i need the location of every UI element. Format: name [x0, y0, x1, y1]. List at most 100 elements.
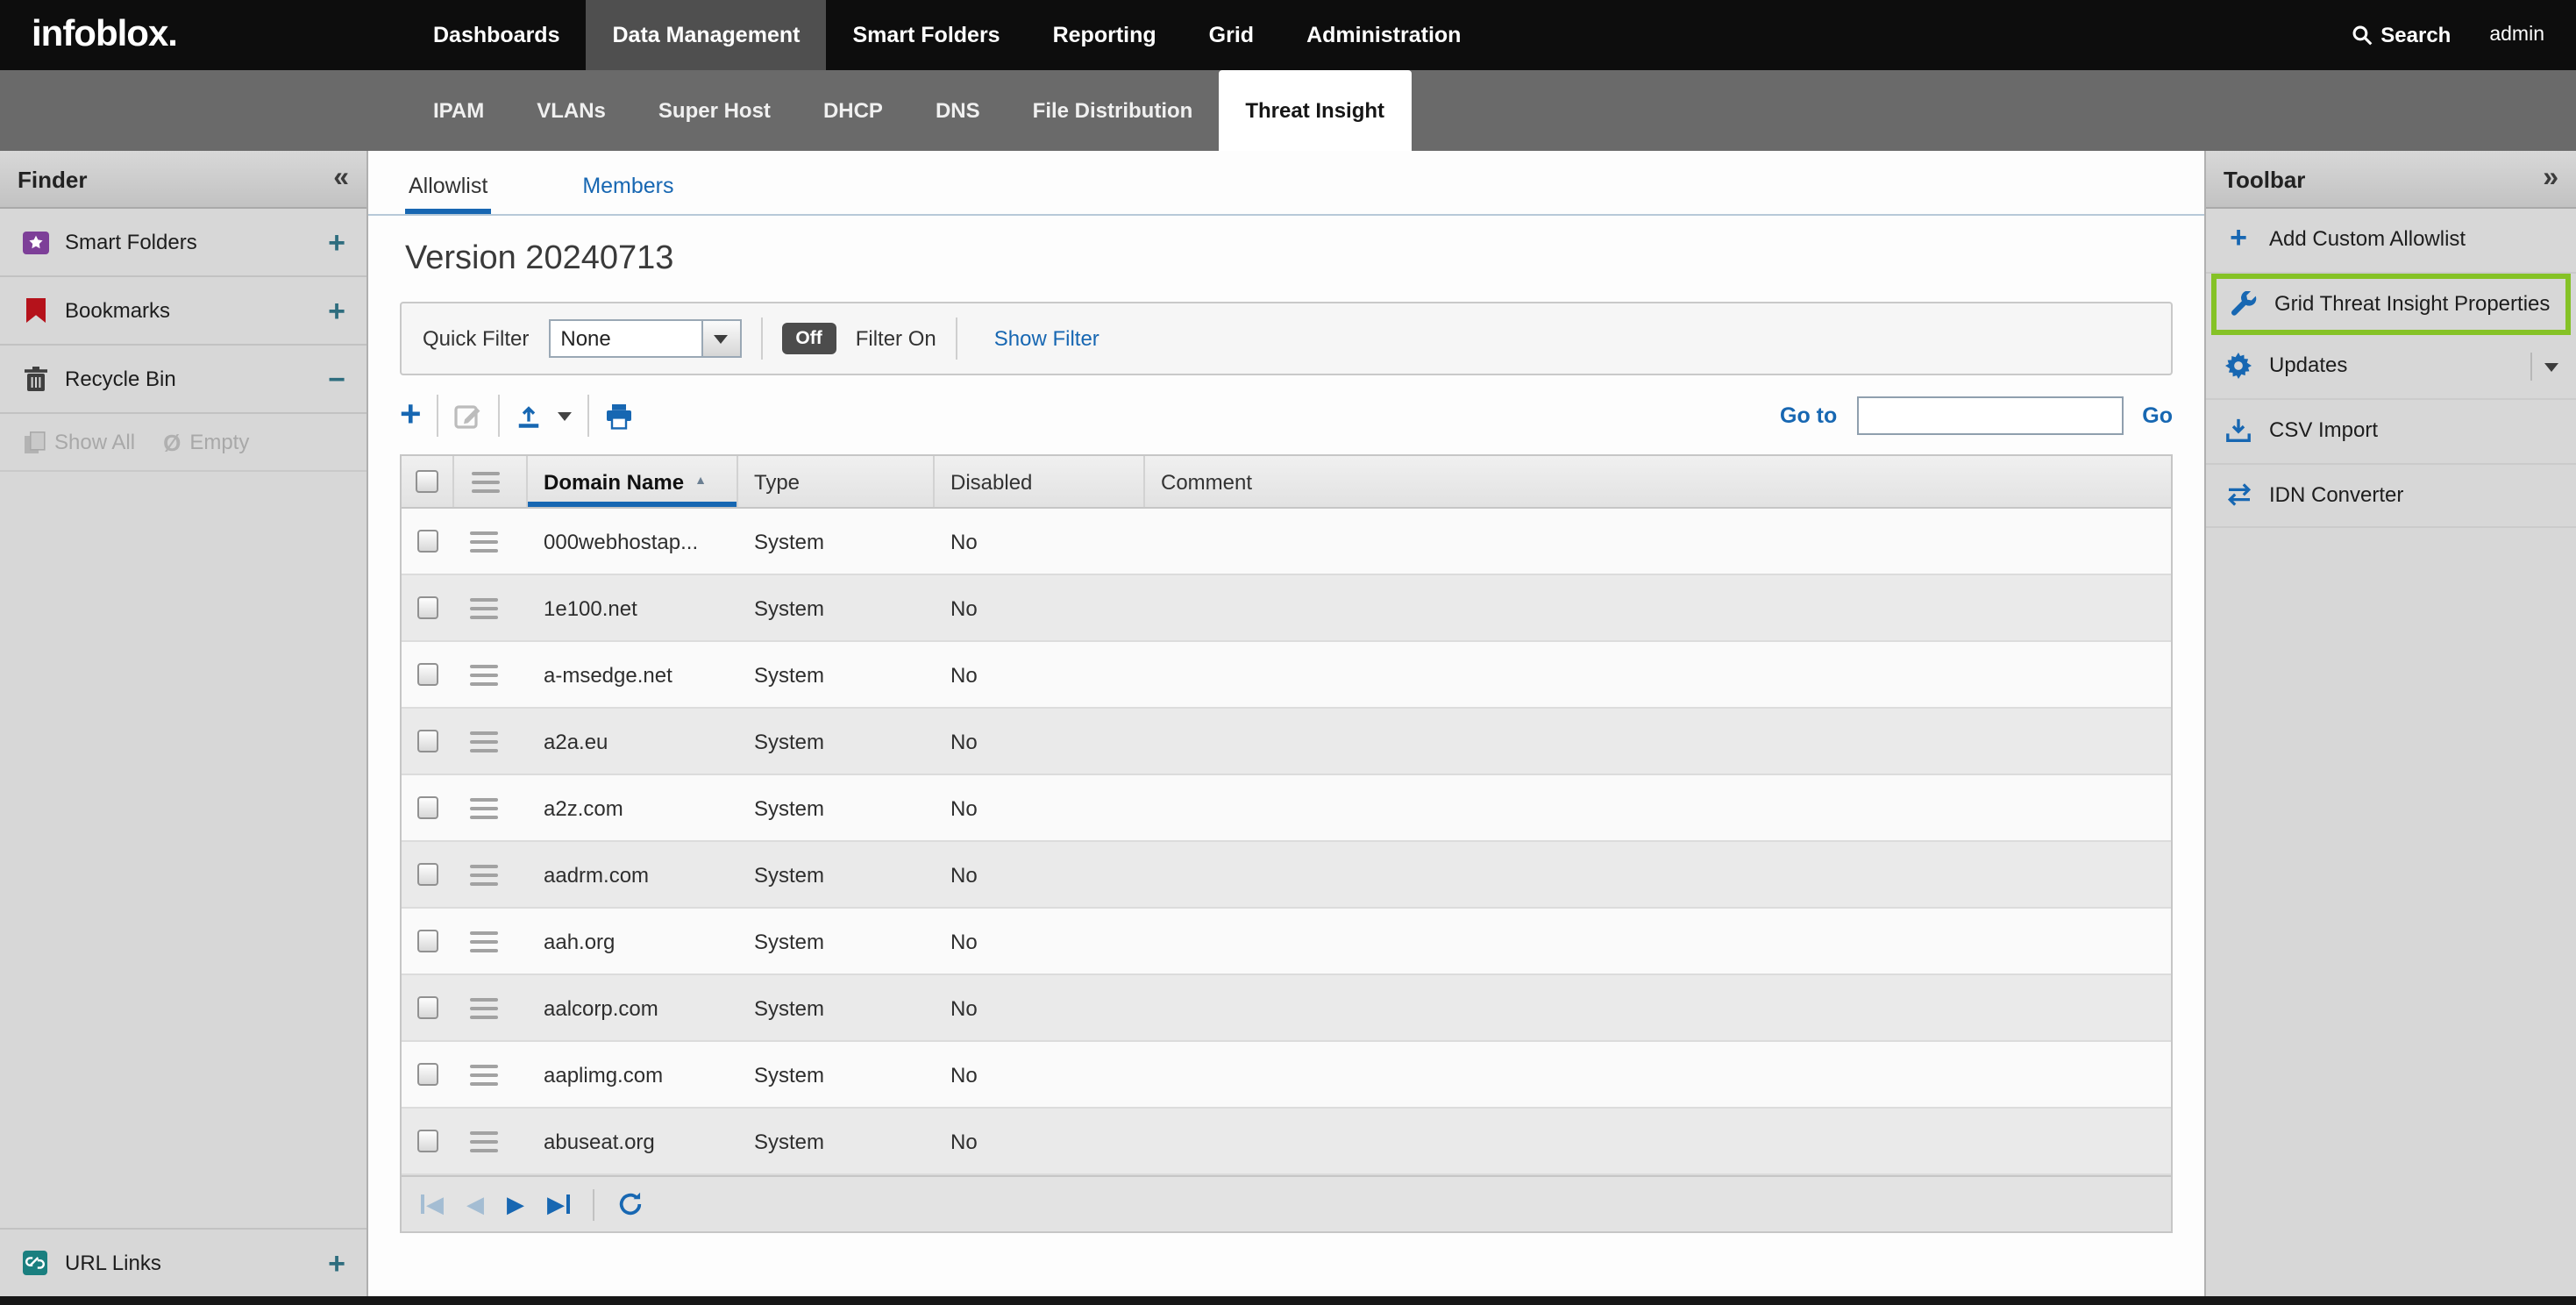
- add-smart-folder-button[interactable]: +: [328, 227, 345, 257]
- cell-domain: 000webhostap...: [528, 509, 738, 574]
- table-row[interactable]: aadrm.com System No: [402, 842, 2171, 909]
- quick-filter-dropdown[interactable]: None: [548, 319, 741, 358]
- toolbar-panel-header: Toolbar »: [2206, 151, 2576, 209]
- table-row[interactable]: 000webhostap... System No: [402, 509, 2171, 575]
- export-dropdown-icon[interactable]: [559, 411, 573, 420]
- add-bookmark-button[interactable]: +: [328, 296, 345, 325]
- row-checkbox[interactable]: [417, 1063, 438, 1086]
- table-row[interactable]: aalcorp.com System No: [402, 975, 2171, 1042]
- row-menu-icon[interactable]: [470, 1130, 498, 1152]
- collapse-recycle-bin-button[interactable]: −: [328, 364, 345, 394]
- url-links-icon: [21, 1251, 49, 1275]
- show-all-button[interactable]: Show All: [25, 430, 135, 454]
- table-row[interactable]: abuseat.org System No: [402, 1109, 2171, 1175]
- nav-grid[interactable]: Grid: [1183, 0, 1280, 70]
- expand-toolbar-icon[interactable]: »: [2543, 165, 2558, 193]
- nav-administration[interactable]: Administration: [1280, 0, 1487, 70]
- refresh-icon[interactable]: [617, 1191, 644, 1217]
- row-checkbox[interactable]: [417, 663, 438, 686]
- table-row[interactable]: aah.org System No: [402, 909, 2171, 975]
- row-checkbox[interactable]: [417, 730, 438, 752]
- toolbar-item-idn-converter[interactable]: IDN Converter: [2206, 465, 2576, 529]
- subnav-threat-insight[interactable]: Threat Insight: [1219, 70, 1411, 151]
- row-menu-icon[interactable]: [470, 731, 498, 752]
- finder-panel-header: Finder «: [0, 151, 366, 209]
- tab-allowlist[interactable]: Allowlist: [405, 156, 491, 214]
- subnav-dns[interactable]: DNS: [909, 70, 1007, 151]
- cell-disabled: No: [935, 509, 1145, 574]
- row-menu-icon[interactable]: [470, 664, 498, 685]
- search-button[interactable]: Search: [2351, 23, 2451, 47]
- toolbar-item-csv-import[interactable]: CSV Import: [2206, 400, 2576, 464]
- go-button[interactable]: Go: [2142, 403, 2173, 428]
- row-menu-icon[interactable]: [470, 597, 498, 618]
- row-checkbox[interactable]: [417, 796, 438, 819]
- finder-item-smart-folders[interactable]: Smart Folders +: [0, 209, 366, 277]
- filter-toggle-badge[interactable]: Off: [781, 323, 836, 354]
- toolbar-item-add-custom-allowlist[interactable]: + Add Custom Allowlist: [2206, 209, 2576, 273]
- show-filter-link[interactable]: Show Filter: [994, 326, 1099, 351]
- subnav-vlans[interactable]: VLANs: [510, 70, 632, 151]
- toolbar-item-label: CSV Import: [2269, 417, 2378, 445]
- print-icon[interactable]: [606, 403, 634, 429]
- header-menu-icon[interactable]: [472, 471, 500, 492]
- csv-import-icon: [2224, 417, 2253, 444]
- collapse-finder-icon[interactable]: «: [333, 165, 349, 193]
- row-menu-icon[interactable]: [470, 797, 498, 818]
- cell-domain: a2a.eu: [528, 709, 738, 774]
- finder-item-bookmarks[interactable]: Bookmarks +: [0, 277, 366, 346]
- column-header-type[interactable]: Type: [738, 456, 935, 507]
- goto-label: Go to: [1780, 403, 1837, 428]
- last-page-button[interactable]: ▶: [547, 1193, 570, 1216]
- goto-input[interactable]: [1856, 396, 2123, 435]
- subnav-dhcp[interactable]: DHCP: [797, 70, 909, 151]
- empty-recycle-bin-button[interactable]: Ø Empty: [163, 429, 249, 455]
- first-page-button[interactable]: ◀: [421, 1193, 444, 1216]
- nav-smart-folders[interactable]: Smart Folders: [826, 0, 1026, 70]
- next-page-button[interactable]: ▶: [507, 1193, 524, 1216]
- toolbar-item-grid-threat-insight-properties[interactable]: Grid Threat Insight Properties: [2211, 273, 2571, 335]
- finder-item-url-links[interactable]: URL Links +: [0, 1228, 366, 1296]
- recycle-bin-icon: [21, 367, 49, 391]
- nav-reporting[interactable]: Reporting: [1027, 0, 1183, 70]
- column-header-domain-name[interactable]: Domain Name ▲: [528, 456, 738, 507]
- row-menu-icon[interactable]: [470, 864, 498, 885]
- table-row[interactable]: a-msedge.net System No: [402, 642, 2171, 709]
- subnav-super-host[interactable]: Super Host: [632, 70, 797, 151]
- username[interactable]: admin: [2489, 25, 2544, 46]
- table-row[interactable]: a2a.eu System No: [402, 709, 2171, 775]
- previous-page-button[interactable]: ◀: [466, 1193, 484, 1216]
- edit-icon[interactable]: [455, 402, 483, 430]
- main-content: Allowlist Members Version 20240713 Quick…: [368, 151, 2204, 1296]
- table-row[interactable]: 1e100.net System No: [402, 575, 2171, 642]
- add-url-link-button[interactable]: +: [328, 1248, 345, 1278]
- row-menu-icon[interactable]: [470, 931, 498, 952]
- row-checkbox[interactable]: [417, 530, 438, 553]
- row-menu-icon[interactable]: [470, 1064, 498, 1085]
- tab-members[interactable]: Members: [579, 156, 677, 214]
- add-row-button[interactable]: +: [400, 399, 422, 432]
- toolbar-item-updates[interactable]: Updates: [2206, 335, 2576, 400]
- quick-filter-value[interactable]: None: [548, 319, 702, 358]
- row-checkbox[interactable]: [417, 596, 438, 619]
- select-all-checkbox[interactable]: [416, 470, 438, 493]
- row-checkbox[interactable]: [417, 863, 438, 886]
- row-checkbox[interactable]: [417, 1130, 438, 1152]
- row-checkbox[interactable]: [417, 996, 438, 1019]
- column-header-comment[interactable]: Comment: [1145, 456, 2171, 507]
- window-bottom-edge: [0, 1296, 2576, 1305]
- updates-dropdown-button[interactable]: [2530, 353, 2558, 381]
- table-row[interactable]: aaplimg.com System No: [402, 1042, 2171, 1109]
- table-row[interactable]: a2z.com System No: [402, 775, 2171, 842]
- row-menu-icon[interactable]: [470, 997, 498, 1018]
- export-icon[interactable]: [516, 403, 543, 429]
- column-header-disabled[interactable]: Disabled: [935, 456, 1145, 507]
- row-checkbox[interactable]: [417, 930, 438, 952]
- subnav-file-distribution[interactable]: File Distribution: [1007, 70, 1220, 151]
- quick-filter-dropdown-button[interactable]: [702, 319, 741, 358]
- nav-dashboards[interactable]: Dashboards: [407, 0, 587, 70]
- row-menu-icon[interactable]: [470, 531, 498, 552]
- subnav-ipam[interactable]: IPAM: [407, 70, 510, 151]
- finder-item-recycle-bin[interactable]: Recycle Bin −: [0, 346, 366, 414]
- nav-data-management[interactable]: Data Management: [587, 0, 827, 70]
